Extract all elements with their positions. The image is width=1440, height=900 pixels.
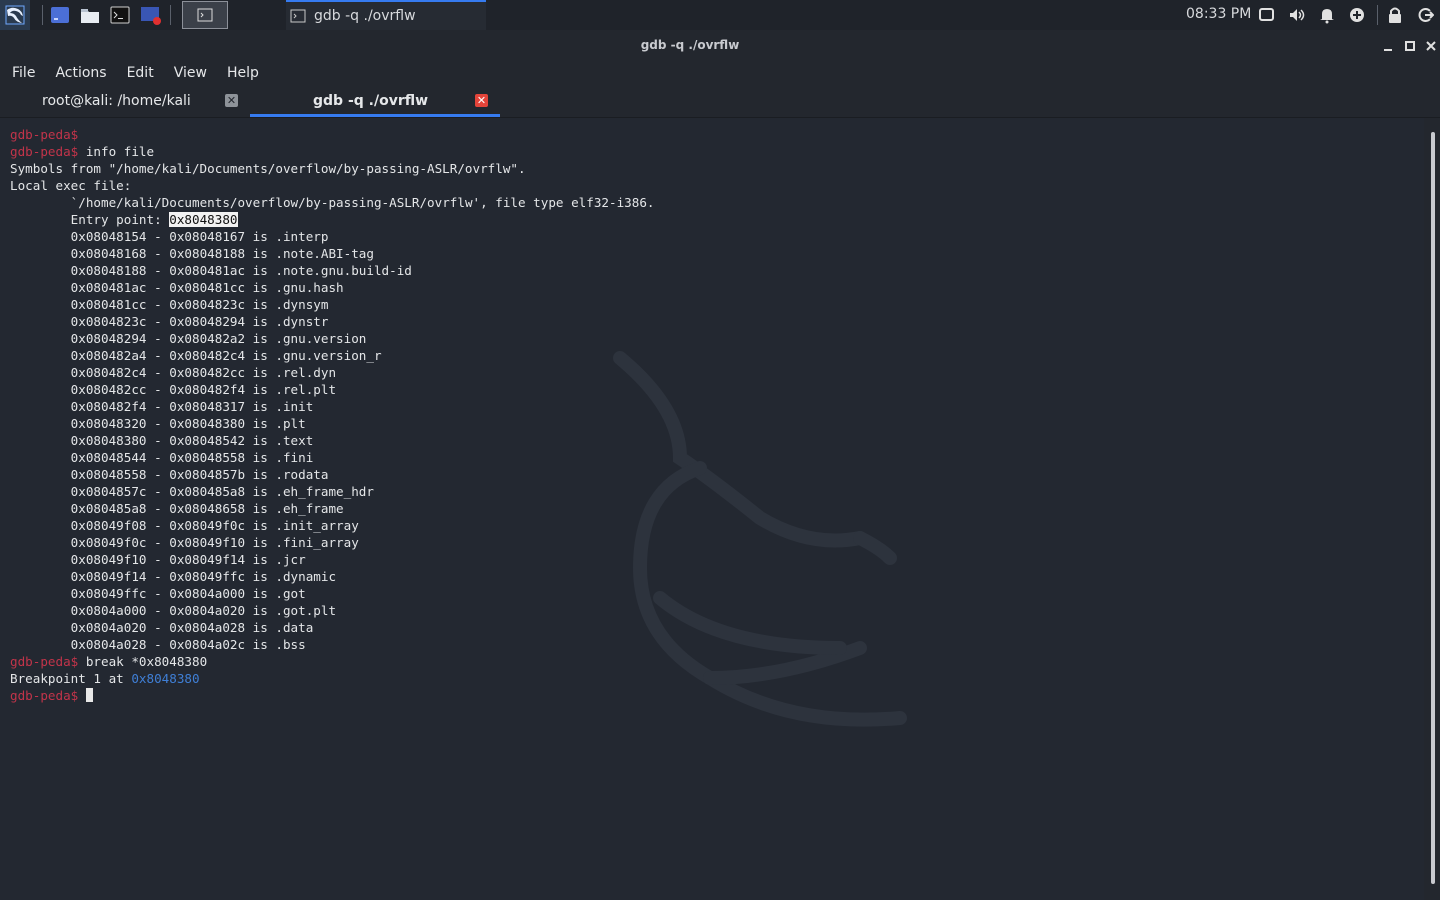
- tab-close-icon[interactable]: ✕: [225, 94, 238, 107]
- file-manager-icon[interactable]: [80, 6, 100, 24]
- terminal-window-icon: [197, 8, 213, 22]
- notification-bell-icon[interactable]: [1318, 6, 1336, 24]
- maximize-icon[interactable]: [1403, 38, 1417, 52]
- tab-root-kali[interactable]: root@kali: /home/kali ✕: [0, 86, 250, 117]
- prompt: gdb-peda$: [10, 688, 79, 703]
- screen-record-icon[interactable]: [140, 6, 161, 25]
- section-line: 0x08048294 - 0x080482a2 is .gnu.version: [70, 331, 367, 346]
- taskbar-item-gdb[interactable]: gdb -q ./ovrflw: [286, 0, 486, 30]
- section-line: 0x0804a000 - 0x0804a020 is .got.plt: [70, 603, 337, 618]
- display-icon[interactable]: [1258, 6, 1276, 24]
- output-line: `/home/kali/Documents/overflow/by-passin…: [70, 195, 655, 210]
- lock-icon[interactable]: [1386, 6, 1404, 24]
- output-line: Local exec file:: [10, 178, 132, 193]
- command-text: info file: [85, 144, 155, 159]
- section-line: 0x08049ffc - 0x0804a000 is .got: [70, 586, 306, 601]
- section-line: 0x08048168 - 0x08048188 is .note.ABI-tag: [70, 246, 374, 261]
- menu-view[interactable]: View: [162, 60, 215, 86]
- terminal-output: gdb-peda$ gdb-peda$ info file Symbols fr…: [10, 126, 655, 704]
- close-icon[interactable]: [1424, 38, 1438, 52]
- minimize-icon[interactable]: [1381, 38, 1395, 52]
- prompt: gdb-peda$: [10, 654, 79, 669]
- terminal-view[interactable]: gdb-peda$ gdb-peda$ info file Symbols fr…: [0, 118, 1424, 900]
- section-line: 0x08048558 - 0x0804857b is .rodata: [70, 467, 329, 482]
- section-line: 0x08048320 - 0x08048380 is .plt: [70, 416, 306, 431]
- workspace-switcher[interactable]: [182, 1, 228, 29]
- section-line: 0x08049f14 - 0x08049ffc is .dynamic: [70, 569, 337, 584]
- window-title: gdb -q ./ovrflw: [640, 38, 740, 52]
- section-line: 0x080482c4 - 0x080482cc is .rel.dyn: [70, 365, 337, 380]
- scrollbar-thumb[interactable]: [1431, 132, 1435, 884]
- section-line: 0x08049f10 - 0x08049f14 is .jcr: [70, 552, 306, 567]
- section-line: 0x08048154 - 0x08048167 is .interp: [70, 229, 329, 244]
- window-titlebar[interactable]: gdb -q ./ovrflw: [0, 30, 1440, 60]
- section-line: 0x0804857c - 0x080485a8 is .eh_frame_hdr: [70, 484, 374, 499]
- section-line: 0x0804823c - 0x08048294 is .dynstr: [70, 314, 329, 329]
- tab-label: gdb -q ./ovrflw: [313, 93, 429, 109]
- terminal-icon[interactable]: [110, 6, 130, 24]
- update-icon[interactable]: [1348, 6, 1366, 24]
- section-line: 0x080481ac - 0x080481cc is .gnu.hash: [70, 280, 344, 295]
- top-panel: gdb -q ./ovrflw 08:33 PM: [0, 0, 1440, 30]
- breakpoint-address: 0x8048380: [131, 671, 200, 686]
- panel-separator: [1377, 5, 1378, 25]
- section-line: 0x080482a4 - 0x080482c4 is .gnu.version_…: [70, 348, 382, 363]
- menu-help[interactable]: Help: [215, 60, 267, 86]
- panel-separator: [42, 5, 43, 25]
- taskbar-item-label: gdb -q ./ovrflw: [314, 8, 416, 24]
- section-list: 0x08048154 - 0x08048167 is .interp 0x080…: [10, 229, 412, 652]
- section-line: 0x080482f4 - 0x08048317 is .init: [70, 399, 314, 414]
- menu-file[interactable]: File: [0, 60, 43, 86]
- section-line: 0x08048544 - 0x08048558 is .fini: [70, 450, 314, 465]
- tab-bar: root@kali: /home/kali ✕ gdb -q ./ovrflw …: [0, 86, 1440, 118]
- section-line: 0x08049f08 - 0x08049f0c is .init_array: [70, 518, 359, 533]
- tab-close-icon[interactable]: ✕: [475, 94, 488, 107]
- panel-separator: [170, 5, 171, 25]
- text-cursor: [85, 688, 93, 702]
- prompt: gdb-peda$: [10, 127, 79, 142]
- section-line: 0x08049f0c - 0x08049f10 is .fini_array: [70, 535, 359, 550]
- breakpoint-text: Breakpoint 1 at: [10, 671, 132, 686]
- section-line: 0x08048380 - 0x08048542 is .text: [70, 433, 314, 448]
- section-line: 0x0804a028 - 0x0804a02c is .bss: [70, 637, 306, 652]
- menu-actions[interactable]: Actions: [43, 60, 114, 86]
- menu-edit[interactable]: Edit: [115, 60, 162, 86]
- menubar: File Actions Edit View Help: [0, 60, 1440, 86]
- logout-icon[interactable]: [1416, 6, 1435, 24]
- section-line: 0x0804a020 - 0x0804a028 is .data: [70, 620, 314, 635]
- kali-menu-icon[interactable]: [0, 0, 30, 30]
- scrollbar[interactable]: [1424, 118, 1440, 900]
- terminal-icon: [290, 9, 306, 23]
- section-line: 0x080482cc - 0x080482f4 is .rel.plt: [70, 382, 337, 397]
- section-line: 0x080481cc - 0x0804823c is .dynsym: [70, 297, 329, 312]
- command-text: break *0x8048380: [85, 654, 208, 669]
- volume-icon[interactable]: [1288, 6, 1306, 24]
- tab-label: root@kali: /home/kali: [42, 93, 191, 109]
- tab-gdb[interactable]: gdb -q ./ovrflw ✕: [250, 86, 500, 117]
- section-line: 0x08048188 - 0x080481ac is .note.gnu.bui…: [70, 263, 412, 278]
- prompt: gdb-peda$: [10, 144, 79, 159]
- selected-entry-point[interactable]: 0x8048380: [169, 212, 238, 227]
- entry-label: Entry point:: [70, 212, 170, 227]
- clock[interactable]: 08:33 PM: [1186, 6, 1251, 22]
- workspace-icon[interactable]: [50, 6, 70, 24]
- output-line: Symbols from "/home/kali/Documents/overf…: [10, 161, 526, 176]
- section-line: 0x080485a8 - 0x08048658 is .eh_frame: [70, 501, 344, 516]
